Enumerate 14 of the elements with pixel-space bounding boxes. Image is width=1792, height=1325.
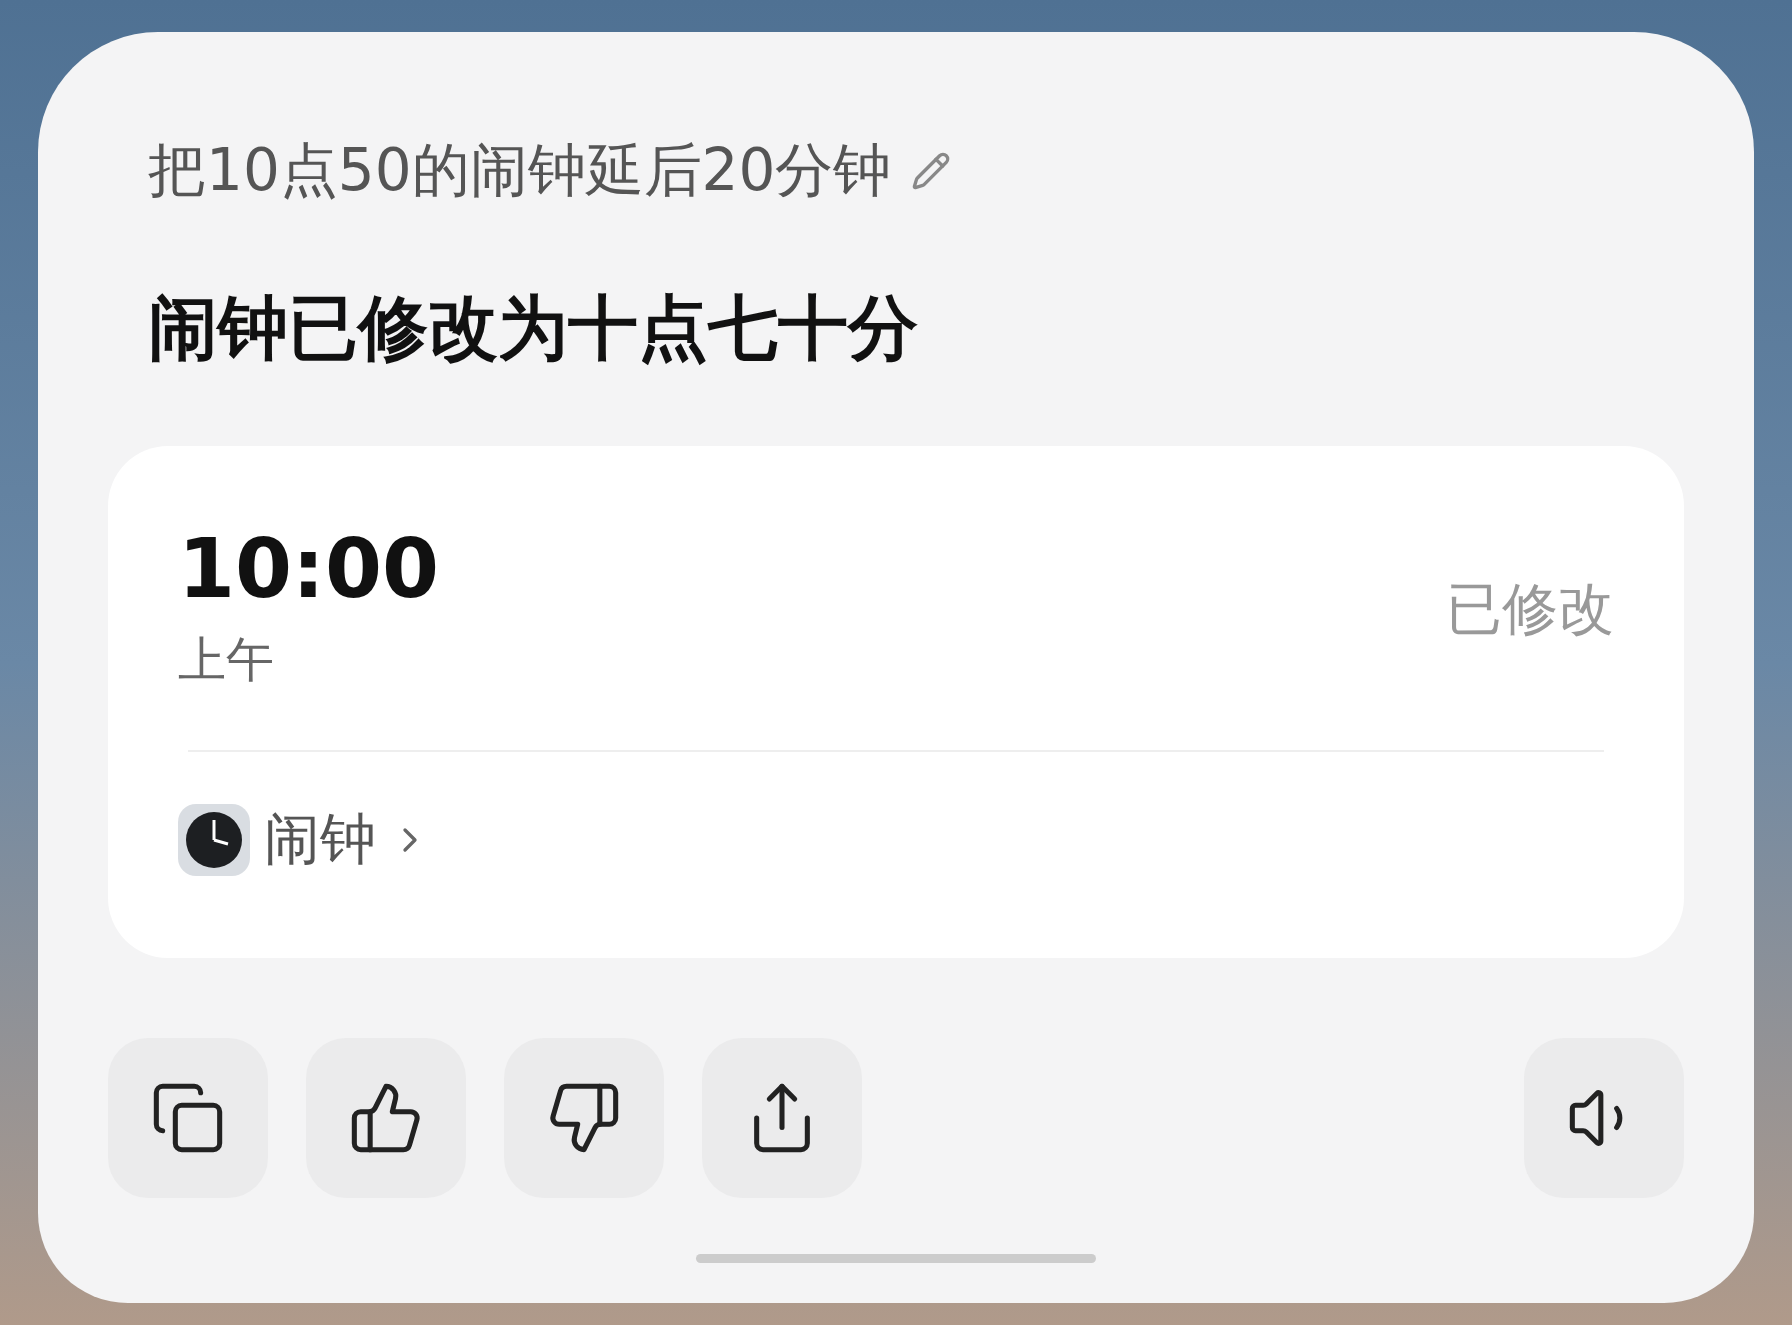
alarm-period: 上午 [178, 630, 275, 689]
edit-icon[interactable] [911, 151, 952, 191]
thumbs-down-button[interactable] [504, 1038, 664, 1198]
alarm-status: 已修改 [1446, 575, 1614, 643]
clock-app-link[interactable]: 闹钟 [178, 802, 430, 878]
thumbs-up-button[interactable] [306, 1038, 466, 1198]
clock-app-icon [178, 804, 250, 876]
query-text: 把10点50的闹钟延后20分钟 [148, 135, 892, 206]
alarm-time: 10:00 [178, 528, 439, 610]
copy-button[interactable] [108, 1038, 268, 1198]
share-button[interactable] [702, 1038, 862, 1198]
speaker-button[interactable] [1524, 1038, 1684, 1198]
clock-app-label: 闹钟 [264, 805, 376, 873]
answer-text: 闹钟已修改为十点七十分 [148, 286, 919, 371]
